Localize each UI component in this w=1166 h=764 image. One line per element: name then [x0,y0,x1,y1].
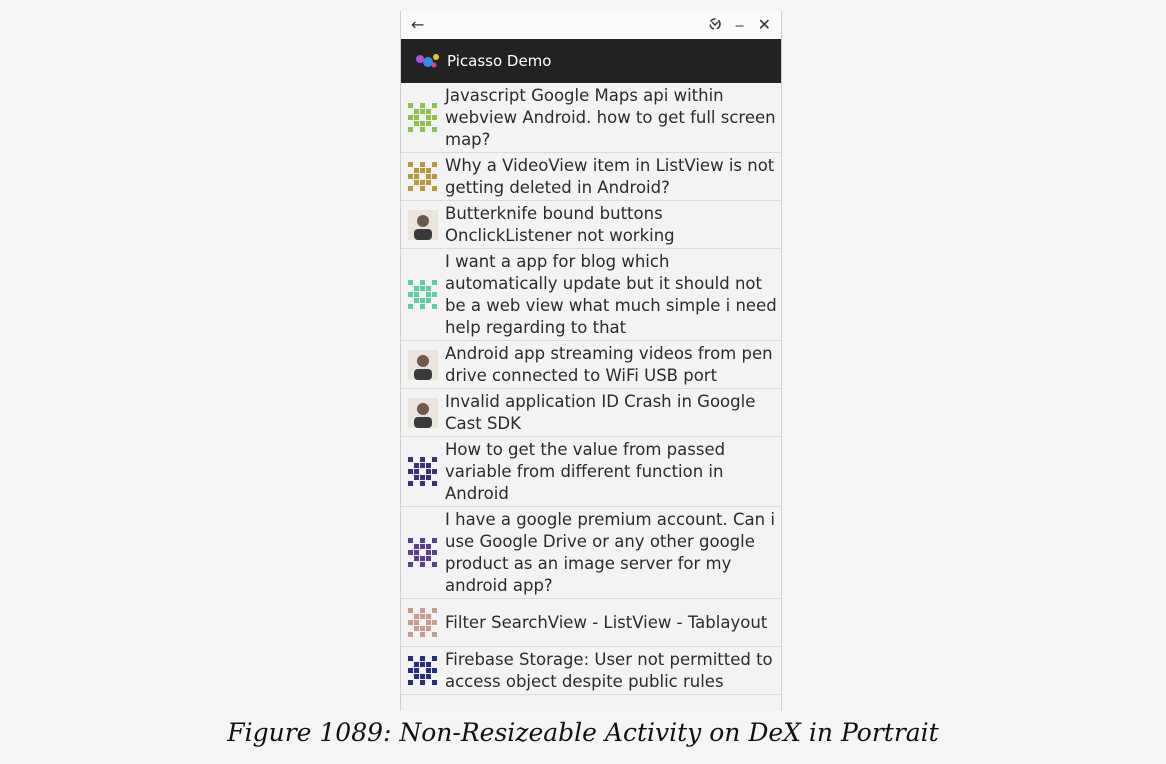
identicon-avatar [408,607,438,638]
list-item-title: Firebase Storage: User not permitted to … [445,649,773,691]
list-item-title: I want a app for blog which automaticall… [445,251,777,337]
identicon-avatar [408,456,438,487]
identicon-avatar [408,161,438,192]
list-item-title: How to get the value from passed variabl… [445,439,726,503]
question-list[interactable]: Javascript Google Maps api within webvie… [401,83,781,695]
identicon-avatar [408,279,438,310]
user-photo-avatar [408,349,438,380]
list-item[interactable]: Invalid application ID Crash in Google C… [401,389,781,437]
list-item[interactable]: How to get the value from passed variabl… [401,437,781,507]
list-item-title: Butterknife bound buttons OnclickListene… [445,203,675,245]
list-item-title: Filter SearchView - ListView - Tablayout [445,612,768,632]
app-bar: Picasso Demo [401,39,781,83]
window-titlebar: ← ⎯ ✕ [401,11,781,39]
user-photo-avatar [408,397,438,428]
identicon-avatar [408,655,438,686]
list-item-title: Invalid application ID Crash in Google C… [445,391,756,433]
identicon-avatar [408,102,438,133]
list-item[interactable]: Why a VideoView item in ListView is not … [401,153,781,201]
app-title: Picasso Demo [447,52,552,70]
list-item[interactable]: Firebase Storage: User not permitted to … [401,647,781,695]
list-item[interactable]: Android app streaming videos from pen dr… [401,341,781,389]
list-item-title: Why a VideoView item in ListView is not … [445,155,775,197]
figure-caption: Figure 1089: Non-Resizeable Activity on … [227,718,939,747]
app-window: ← ⎯ ✕ Picasso Demo Javascript Google Map… [400,11,782,711]
rotate-icon[interactable] [708,17,722,34]
list-item-title: I have a google premium account. Can i u… [445,509,775,595]
minimize-icon[interactable]: ⎯ [736,17,744,33]
picasso-logo-icon [416,54,439,68]
list-item[interactable]: I have a google premium account. Can i u… [401,507,781,599]
list-item[interactable]: Filter SearchView - ListView - Tablayout [401,599,781,647]
arrow-left-icon[interactable]: ← [411,17,424,33]
identicon-avatar [408,537,438,568]
close-icon[interactable]: ✕ [758,17,771,33]
list-item[interactable]: Butterknife bound buttons OnclickListene… [401,201,781,249]
list-item-title: Javascript Google Maps api within webvie… [445,85,776,149]
list-item-title: Android app streaming videos from pen dr… [445,343,773,385]
list-item[interactable]: Javascript Google Maps api within webvie… [401,83,781,153]
list-item[interactable]: I want a app for blog which automaticall… [401,249,781,341]
window-controls: ⎯ ✕ [708,17,771,34]
user-photo-avatar [408,209,438,240]
